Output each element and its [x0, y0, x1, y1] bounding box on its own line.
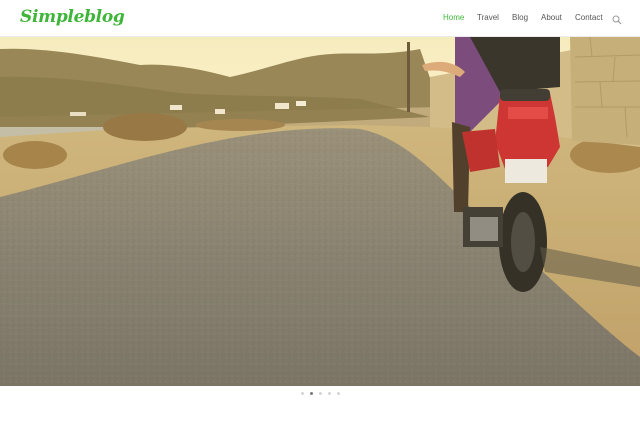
- nav-item-travel[interactable]: Travel: [477, 13, 499, 22]
- nav-item-blog[interactable]: Blog: [512, 13, 528, 22]
- slider-dot-4[interactable]: [328, 392, 331, 395]
- search-icon[interactable]: [612, 12, 622, 25]
- hero-slider[interactable]: [0, 37, 640, 386]
- slider-dot-2[interactable]: [310, 392, 313, 395]
- hero-photo: [0, 37, 640, 386]
- site-header: Simpleblog Home Travel Blog About Contac…: [0, 0, 640, 37]
- main-nav: Home Travel Blog About Contact: [0, 13, 640, 25]
- slider-dot-1[interactable]: [301, 392, 304, 395]
- nav-item-about[interactable]: About: [541, 13, 562, 22]
- slider-dots: [0, 392, 640, 396]
- nav-item-home[interactable]: Home: [443, 13, 464, 22]
- slider-dot-5[interactable]: [337, 392, 340, 395]
- slider-dot-3[interactable]: [319, 392, 322, 395]
- nav-item-contact[interactable]: Contact: [575, 13, 603, 22]
